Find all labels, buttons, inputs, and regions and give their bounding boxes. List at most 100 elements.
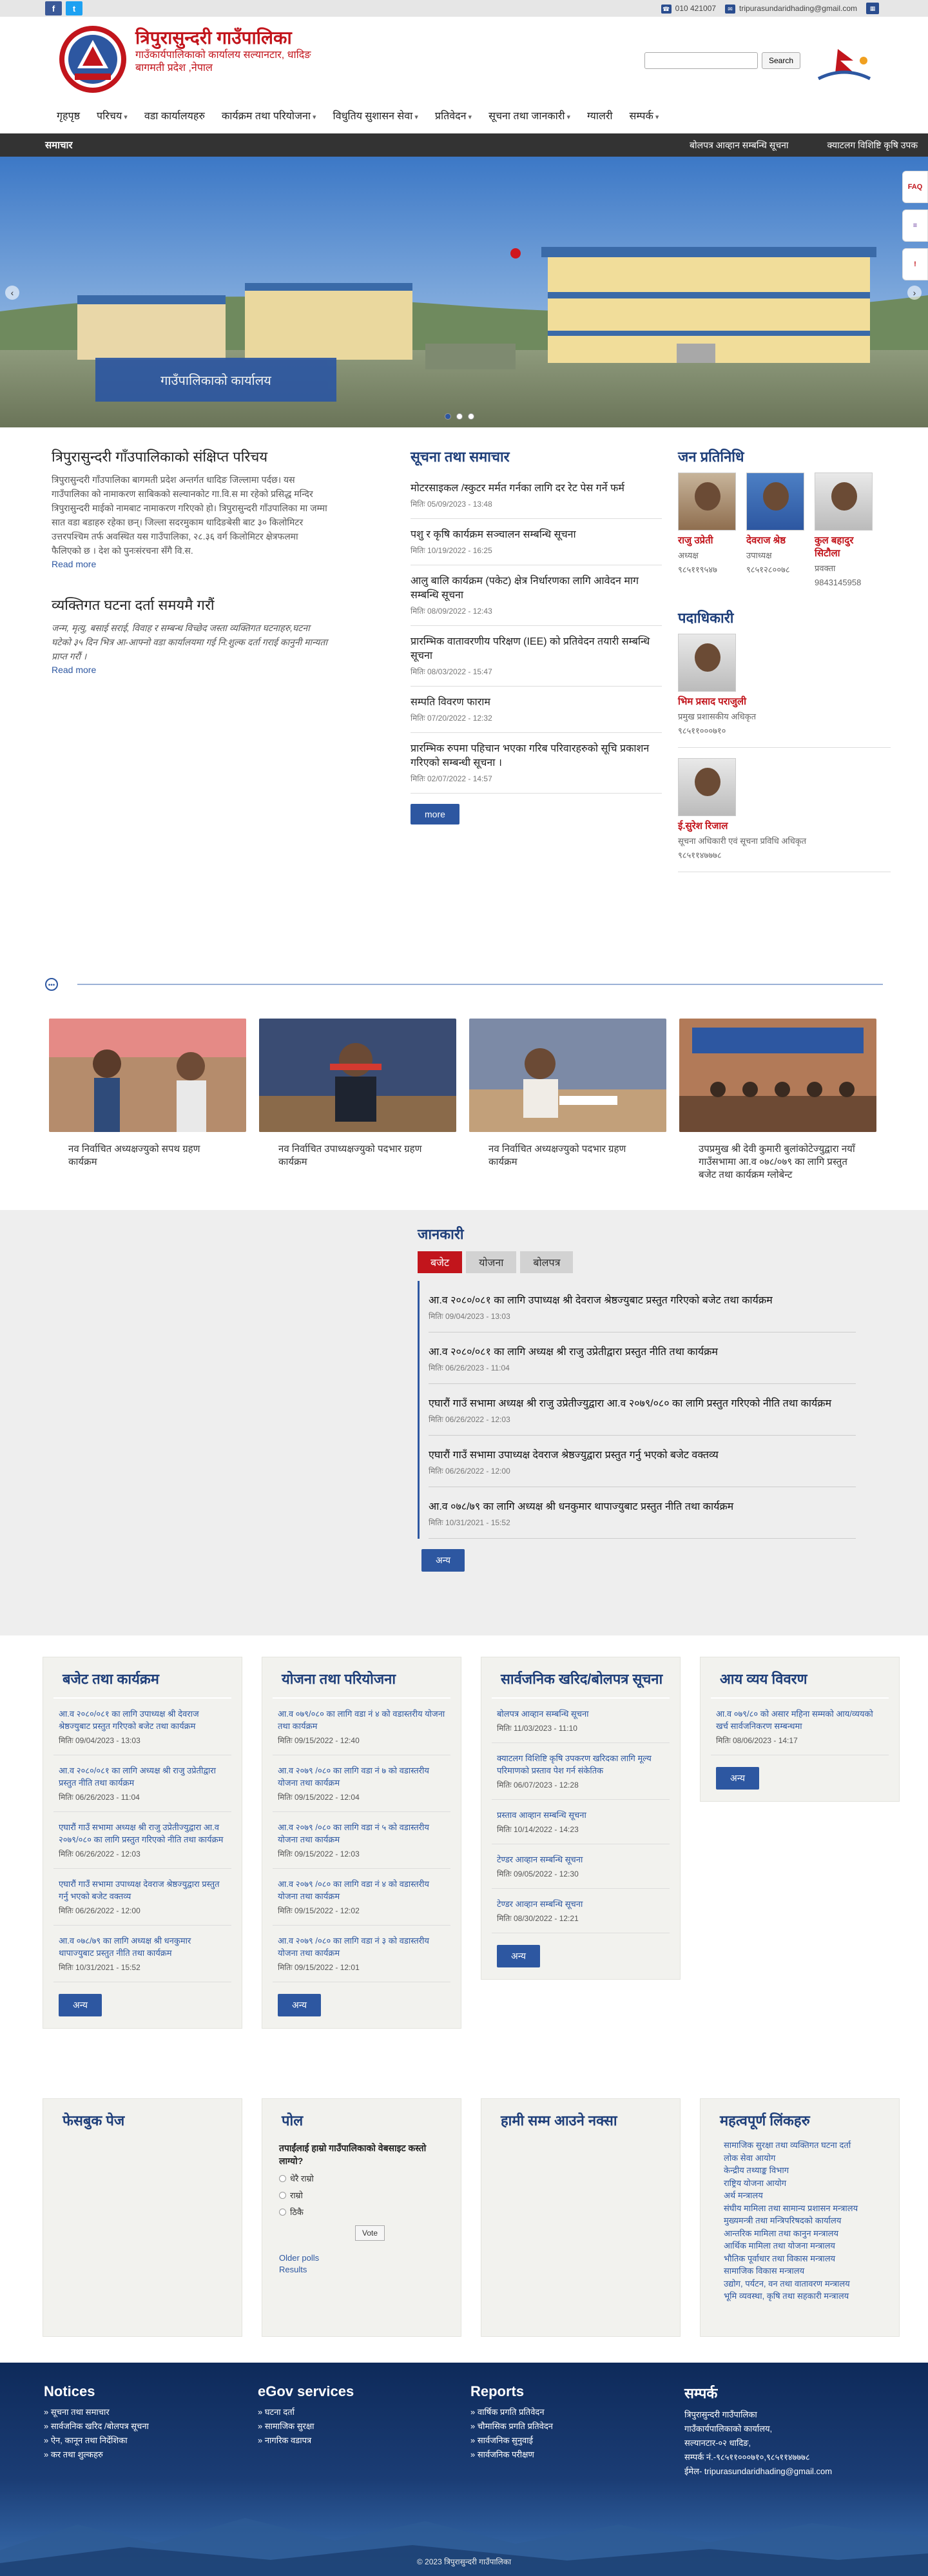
- intro-read-more[interactable]: Read more: [52, 559, 329, 569]
- list-entry[interactable]: एघारौं गाउँ सभामा अध्यक्ष श्री राजु उप्र…: [53, 1812, 231, 1869]
- entry-title[interactable]: पशु र कृषि कार्यक्रम सञ्चालन सम्बन्धि सू…: [411, 528, 662, 542]
- notice-item[interactable]: प्रारम्भिक वातावरणीय परिक्षण (IEE) को प्…: [411, 626, 662, 687]
- nav-ward-offices[interactable]: वडा कार्यालयहरु: [144, 108, 205, 122]
- important-link[interactable]: अर्थ मन्त्रालय: [717, 2189, 889, 2202]
- important-link[interactable]: केन्द्रीय तथ्याङ्क विभाग: [717, 2164, 889, 2177]
- tab-budget[interactable]: बजेट: [418, 1251, 463, 1273]
- list-entry[interactable]: आ.व २०७९ /०८० का लागि वडा नं ४ को वडास्त…: [273, 1869, 450, 1926]
- notice-item[interactable]: प्रारम्भिक रुपमा पहिचान भएका गरिब परिवार…: [411, 733, 662, 794]
- notices-more-button[interactable]: more: [411, 804, 459, 825]
- list-entry[interactable]: प्रस्ताव आव्हान सम्बन्धि सूचना मितिः 10/1…: [492, 1800, 670, 1844]
- vote-button[interactable]: Vote: [355, 2225, 385, 2241]
- rep-name[interactable]: देवराज श्रेष्ठ: [746, 534, 807, 547]
- slider-dot[interactable]: [468, 413, 474, 420]
- entry-title[interactable]: आ.व २०८०/०८१ का लागि अध्यक्ष श्री राजु उ…: [59, 1764, 226, 1789]
- important-link[interactable]: भौतिक पूर्वाधार तथा विकास मन्त्रालय: [717, 2252, 889, 2265]
- entry-title[interactable]: आ.व २०८०/०८१ का लागि उपाध्यक्ष श्री देवर…: [429, 1293, 856, 1307]
- email-address[interactable]: tripurasundaridhading@gmail.com: [739, 4, 857, 13]
- entry-title[interactable]: एघारौं गाउँ सभामा अध्यक्ष श्री राजु उप्र…: [429, 1396, 856, 1410]
- facebook-icon[interactable]: f: [45, 1, 62, 15]
- list-entry[interactable]: क्याटलग विशिष्टि कृषि उपकरण खरिदका लागि …: [492, 1743, 670, 1800]
- official-name[interactable]: भिम प्रसाद पराजुली: [678, 696, 891, 708]
- list-entry[interactable]: टेण्डर आव्हान सम्बन्धि सूचना मितिः 09/05/…: [492, 1844, 670, 1889]
- list-entry[interactable]: बोलपत्र आव्हान सम्बन्धि सूचना मितिः 11/03…: [492, 1699, 670, 1743]
- slider-prev-arrow[interactable]: ‹: [5, 286, 19, 300]
- notice-item[interactable]: मोटरसाइकल /स्कुटर मर्मत गर्नका लागि दर र…: [411, 473, 662, 519]
- list-entry[interactable]: आ.व ०७९/०८० का लागि वडा नं ४ को वडास्तरी…: [273, 1699, 450, 1755]
- tab-tenders[interactable]: बोलपत्र: [520, 1251, 574, 1273]
- nav-home[interactable]: गृहपृष्ठ: [57, 108, 80, 122]
- entry-title[interactable]: प्रारम्भिक रुपमा पहिचान भएका गरिब परिवार…: [411, 742, 662, 770]
- entry-title[interactable]: सम्पति विवरण फाराम: [411, 696, 662, 710]
- nav-gallery[interactable]: ग्यालरी: [587, 108, 612, 122]
- list-entry[interactable]: आ.व २०७९ /०८० का लागि वडा नं ७ को वडास्त…: [273, 1755, 450, 1812]
- information-item[interactable]: आ.व २०८०/०८१ का लागि उपाध्यक्ष श्री देवर…: [429, 1281, 856, 1332]
- nav-reports[interactable]: प्रतिवेदन: [435, 108, 472, 122]
- important-link[interactable]: उद्योग, पर्यटन, वन तथा वातावरण मन्त्रालय: [717, 2278, 889, 2290]
- important-link[interactable]: आन्तरिक मामिला तथा कानुन मन्त्रालय: [717, 2227, 889, 2240]
- list-entry[interactable]: आ.व २०८०/०८१ का लागि उपाध्यक्ष श्री देवर…: [53, 1699, 231, 1755]
- list-entry[interactable]: आ.व २०७९ /०८० का लागि वडा नं ३ को वडास्त…: [273, 1926, 450, 1982]
- footer-link[interactable]: घटना दर्ता: [258, 2405, 438, 2419]
- poll-option[interactable]: ठिकै: [273, 2203, 450, 2220]
- entry-title[interactable]: आलु बालि कार्यक्रम (पकेट) क्षेत्र निर्धा…: [411, 574, 662, 603]
- important-link[interactable]: सामाजिक विकास मन्त्रालय: [717, 2265, 889, 2278]
- footer-link[interactable]: चौमासिक प्रगति प्रतिवेदन: [470, 2419, 651, 2434]
- ticker-item[interactable]: क्याटलग विशिष्टि कृषि उपक: [827, 139, 918, 151]
- list-entry[interactable]: आ.व ०७८/७९ का लागि अध्यक्ष श्री धनकुमार …: [53, 1926, 231, 1982]
- important-link[interactable]: सामाजिक सुरक्षा तथा व्यक्तिगत घटना दर्ता: [717, 2139, 889, 2152]
- information-item[interactable]: आ.व ०७८/७९ का लागि अध्यक्ष श्री धनकुमार …: [429, 1487, 856, 1539]
- site-title[interactable]: त्रिपुरासुन्दरी गाउँपालिका: [135, 27, 311, 49]
- footer-link[interactable]: कर तथा शुल्कहरु: [44, 2448, 224, 2462]
- nav-contact[interactable]: सम्पर्क: [630, 108, 659, 122]
- entry-title[interactable]: आ.व ०७९/०८० का लागि वडा नं ४ को वडास्तरी…: [278, 1708, 445, 1732]
- slider-dot[interactable]: [445, 413, 451, 420]
- rep-name[interactable]: कुल बहादुर सिटौला: [815, 534, 875, 560]
- list-entry[interactable]: आ.व २०८०/०८१ का लागि अध्यक्ष श्री राजु उ…: [53, 1755, 231, 1812]
- entry-title[interactable]: टेण्डर आव्हान सम्बन्धि सूचना: [497, 1853, 664, 1866]
- entry-title[interactable]: आ.व २०८०/०८१ का लागि उपाध्यक्ष श्री देवर…: [59, 1708, 226, 1732]
- footer-link[interactable]: ऐन, कानून तथा निर्देशिका: [44, 2434, 224, 2448]
- poll-results-link[interactable]: Results: [279, 2264, 444, 2276]
- feedback-button[interactable]: ≡: [902, 210, 928, 242]
- income-more-button[interactable]: अन्य: [716, 1767, 759, 1790]
- list-entry[interactable]: टेण्डर आव्हान सम्बन्धि सूचना मितिः 08/30/…: [492, 1889, 670, 1933]
- important-link[interactable]: लोक सेवा आयोग: [717, 2152, 889, 2165]
- nav-programs[interactable]: कार्यक्रम तथा परियोजना: [222, 108, 316, 122]
- footer-link[interactable]: सूचना तथा समाचार: [44, 2405, 224, 2419]
- list-entry[interactable]: आ.व ०७९/८० को असार महिना सम्मको आय/व्ययक…: [711, 1699, 889, 1755]
- search-input[interactable]: [644, 52, 758, 69]
- ticker-item[interactable]: बोलपत्र आव्हान सम्बन्धि सूचना: [690, 139, 789, 151]
- official-card[interactable]: भिम प्रसाद पराजुली प्रमुख प्रशासकीय अधिक…: [678, 634, 891, 748]
- notice-item[interactable]: सम्पति विवरण फाराम मितिः 07/20/2022 - 12:…: [411, 687, 662, 733]
- notice-item[interactable]: पशु र कृषि कार्यक्रम सञ्चालन सम्बन्धि सू…: [411, 519, 662, 565]
- search-button[interactable]: Search: [762, 52, 801, 69]
- radio-icon[interactable]: [279, 2191, 286, 2199]
- list-entry[interactable]: आ.व २०७९ /०८० का लागि वडा नं ५ को वडास्त…: [273, 1812, 450, 1869]
- gallery-item[interactable]: नव निर्वाचित उपाध्यक्षज्युको पदभार ग्रहण…: [259, 1019, 456, 1182]
- footer-link[interactable]: नागरिक वडापत्र: [258, 2434, 438, 2448]
- entry-title[interactable]: एघारौं गाउँ सभामा उपाध्यक्ष देवराज श्रेष…: [429, 1447, 856, 1461]
- official-name[interactable]: ई.सुरेश रिजाल: [678, 820, 891, 833]
- nav-about[interactable]: परिचय: [97, 108, 128, 122]
- complaint-button[interactable]: !: [902, 248, 928, 280]
- information-item[interactable]: एघारौं गाउँ सभामा उपाध्यक्ष देवराज श्रेष…: [429, 1436, 856, 1487]
- entry-title[interactable]: बोलपत्र आव्हान सम्बन्धि सूचना: [497, 1708, 664, 1720]
- entry-title[interactable]: आ.व २०७९ /०८० का लागि वडा नं ३ को वडास्त…: [278, 1935, 445, 1959]
- entry-title[interactable]: एघारौं गाउँ सभामा अध्यक्ष श्री राजु उप्र…: [59, 1821, 226, 1846]
- entry-title[interactable]: प्रारम्भिक वातावरणीय परिक्षण (IEE) को प्…: [411, 635, 662, 663]
- email-contact[interactable]: ✉ tripurasundaridhading@gmail.com: [725, 4, 857, 14]
- important-link[interactable]: मुख्यमन्त्री तथा मन्त्रिपरिषदको कार्यालय: [717, 2214, 889, 2227]
- nav-egov[interactable]: विधुतिय सुशासन सेवा: [333, 108, 418, 122]
- sitemap-icon[interactable]: ▦: [866, 3, 879, 14]
- official-card[interactable]: ई.सुरेश रिजाल सूचना अधिकारी एवं सूचना प्…: [678, 758, 891, 872]
- important-link[interactable]: राष्ट्रिय योजना आयोग: [717, 2177, 889, 2190]
- budget-more-button[interactable]: अन्य: [59, 1994, 102, 2016]
- entry-title[interactable]: आ.व ०७९/८० को असार महिना सम्मको आय/व्ययक…: [716, 1708, 884, 1732]
- information-item[interactable]: आ.व २०८०/०८१ का लागि अध्यक्ष श्री राजु उ…: [429, 1332, 856, 1384]
- footer-link[interactable]: सार्वजनिक परीक्षण: [470, 2448, 651, 2462]
- vital-read-more[interactable]: Read more: [52, 665, 329, 675]
- slider-next-arrow[interactable]: ›: [907, 286, 922, 300]
- entry-title[interactable]: क्याटलग विशिष्टि कृषि उपकरण खरिदका लागि …: [497, 1752, 664, 1777]
- tender-more-button[interactable]: अन्य: [497, 1945, 540, 1967]
